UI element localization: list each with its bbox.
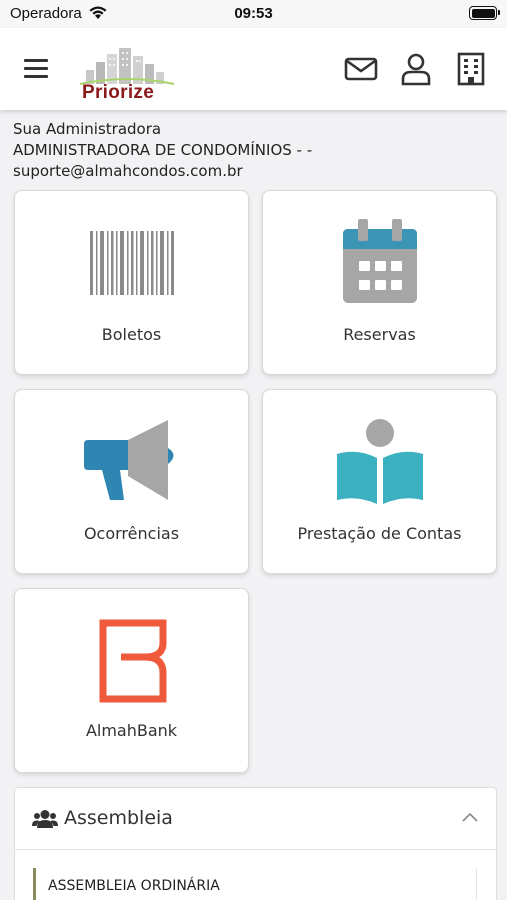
assembleia-title: Assembleia: [64, 807, 173, 829]
assembleia-item[interactable]: ASSEMBLEIA ORDINÁRIA: [33, 868, 477, 900]
assembleia-item-label: ASSEMBLEIA ORDINÁRIA: [48, 878, 220, 894]
card-reservas[interactable]: Reservas: [262, 190, 497, 375]
barcode-icon: [90, 231, 174, 295]
app-header: Priorize: [0, 28, 507, 110]
card-prestacao-de-contas[interactable]: Prestação de Contas: [262, 389, 497, 574]
megaphone-icon: [84, 420, 174, 500]
card-label: AlmahBank: [85, 721, 178, 740]
assembleia-header[interactable]: Assembleia: [15, 788, 496, 850]
logo-buildings-icon: [79, 48, 175, 85]
card-ocorrencias[interactable]: Ocorrências: [14, 389, 249, 574]
card-label: Ocorrências: [83, 524, 180, 543]
book-reader-icon: [337, 419, 423, 504]
calendar-icon: [343, 219, 417, 303]
battery-icon: [469, 6, 500, 20]
building-icon[interactable]: [454, 52, 488, 86]
card-label: Boletos: [101, 325, 162, 344]
status-bar: Operadora 09:53: [0, 0, 507, 28]
administradora-name: ADMINISTRADORA DE CONDOMÍNIOS - -: [13, 141, 313, 159]
almahbank-logo-icon: [99, 619, 167, 703]
card-almahbank[interactable]: AlmahBank: [14, 588, 249, 773]
clock: 09:53: [234, 5, 273, 22]
users-icon: [32, 810, 58, 828]
card-label: Reservas: [343, 325, 416, 344]
card-label: Prestação de Contas: [297, 524, 462, 543]
administradora-email[interactable]: suporte@almahcondos.com.br: [13, 161, 493, 182]
logo-text: Priorize: [82, 82, 155, 103]
priorize-logo: Priorize: [78, 46, 176, 104]
administradora-info: Sua Administradora ADMINISTRADORA DE CON…: [13, 119, 493, 182]
user-icon[interactable]: [399, 52, 433, 86]
menu-button[interactable]: [24, 59, 48, 79]
mail-icon[interactable]: [344, 52, 378, 86]
assembleia-panel: Assembleia ASSEMBLEIA ORDINÁRIA: [14, 787, 497, 900]
administradora-title: Sua Administradora: [13, 120, 162, 138]
chevron-up-icon[interactable]: [462, 812, 478, 822]
menu-icon: [24, 59, 48, 62]
card-boletos[interactable]: Boletos: [14, 190, 249, 375]
